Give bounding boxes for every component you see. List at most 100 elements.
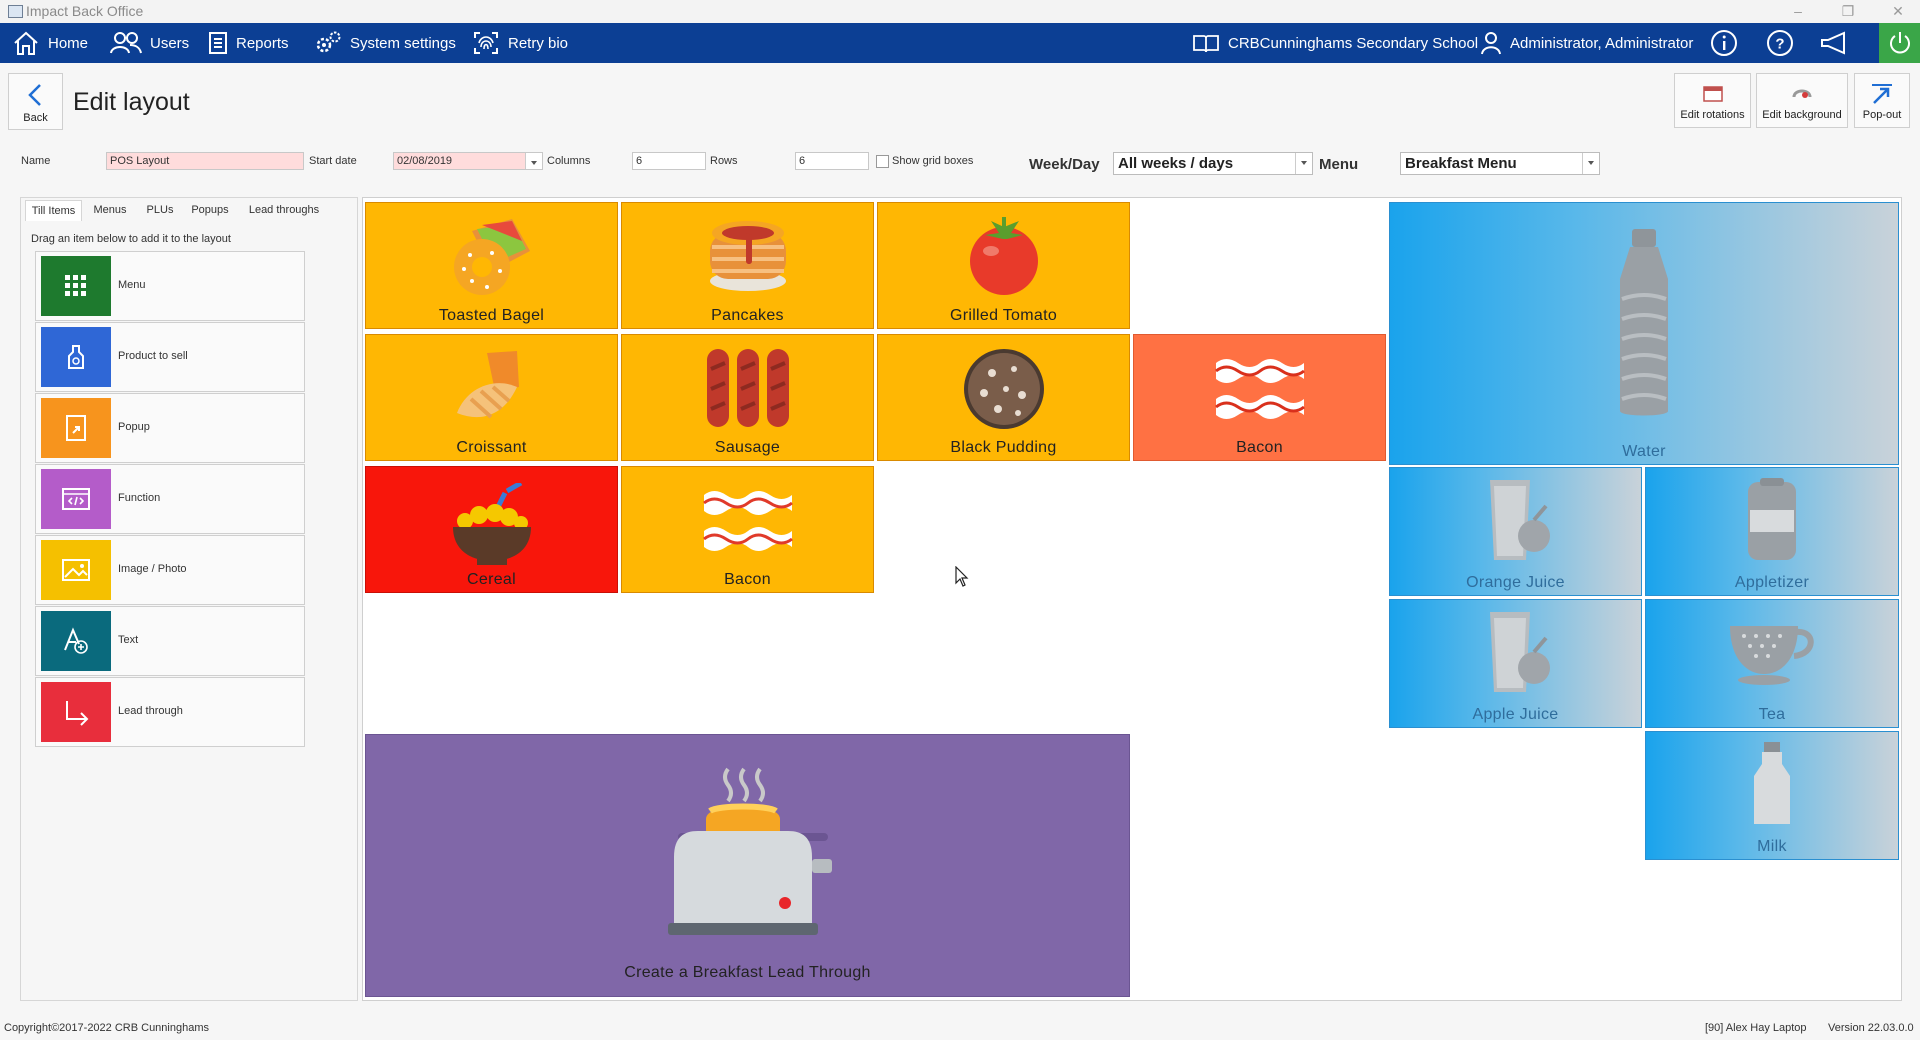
tile-bacon[interactable]: Bacon — [1133, 334, 1386, 461]
milk-bottle-icon — [1754, 742, 1790, 824]
tile-label: Pancakes — [711, 307, 784, 324]
svg-text:?: ? — [1775, 36, 1784, 53]
nav-retry-bio[interactable]: Retry bio — [472, 23, 568, 63]
minimize-button[interactable]: – — [1780, 0, 1816, 23]
tile-label: Cereal — [467, 571, 516, 588]
tile-label: Orange Juice — [1466, 574, 1565, 591]
tile-label: Create a Breakfast Lead Through — [624, 964, 871, 981]
bacon-icon — [1214, 359, 1305, 419]
info-button[interactable] — [1707, 26, 1741, 60]
tile-label: Tea — [1758, 706, 1786, 723]
palette-item-image[interactable]: Image / Photo — [35, 535, 305, 605]
tile-lead-through[interactable]: Create a Breakfast Lead Through — [365, 734, 1130, 997]
tile-apple-juice[interactable]: Apple Juice — [1389, 599, 1642, 728]
palette-item-menu[interactable]: Menu — [35, 251, 305, 321]
restore-button[interactable]: ❐ — [1830, 0, 1866, 23]
page-title: Edit layout — [73, 88, 190, 116]
nav-users[interactable]: Users — [110, 23, 189, 63]
back-label: Back — [23, 112, 48, 124]
tile-croissant[interactable]: Croissant — [365, 334, 618, 461]
nav-home[interactable]: Home — [12, 23, 88, 63]
app-icon — [8, 5, 23, 18]
close-button[interactable]: ✕ — [1880, 0, 1916, 23]
nav-system-settings[interactable]: System settings — [314, 23, 456, 63]
start-date-value: 02/08/2019 — [397, 155, 453, 167]
tile-label: Bacon — [724, 571, 771, 588]
palette-item-lead-through[interactable]: Lead through — [35, 677, 305, 747]
juice-glass-icon — [1489, 612, 1550, 692]
chevron-down-icon[interactable] — [525, 153, 542, 169]
tile-bacon-2[interactable]: Bacon — [621, 466, 874, 593]
tile-label: Croissant — [456, 439, 527, 456]
columns-input[interactable]: 6 — [632, 152, 706, 170]
tile-appletizer[interactable]: Appletizer — [1645, 467, 1899, 596]
nav-reports[interactable]: Reports — [208, 23, 289, 63]
code-icon — [41, 469, 111, 529]
megaphone-icon — [1821, 31, 1845, 55]
home-icon — [14, 31, 38, 55]
tile-sausage[interactable]: Sausage — [621, 334, 874, 461]
nav-school[interactable]: CRBCunninghams Secondary School — [1192, 23, 1478, 63]
tile-toasted-bagel[interactable]: Toasted Bagel — [365, 202, 618, 329]
status-bar: Copyright©2017-2022 CRB Cunninghams [90]… — [0, 1018, 1920, 1040]
power-button[interactable] — [1879, 23, 1920, 63]
tile-grilled-tomato[interactable]: Grilled Tomato — [877, 202, 1130, 329]
tile-black-pudding[interactable]: Black Pudding — [877, 334, 1130, 461]
tile-label: Bacon — [1236, 439, 1283, 456]
start-date-picker[interactable]: 02/08/2019 — [393, 152, 543, 170]
tile-water[interactable]: Water — [1389, 202, 1899, 465]
black-pudding-icon — [963, 349, 1044, 429]
tab-lead-throughs[interactable]: Lead throughs — [244, 200, 324, 220]
tab-menus[interactable]: Menus — [86, 200, 134, 220]
toaster-icon — [667, 767, 832, 935]
back-button[interactable]: Back — [8, 73, 63, 130]
announcements-button[interactable] — [1818, 26, 1852, 60]
palette-item-function[interactable]: Function — [35, 464, 305, 534]
menu-select[interactable]: Breakfast Menu — [1400, 152, 1600, 175]
pop-out-button[interactable]: Pop-out — [1854, 73, 1910, 128]
window-title: Impact Back Office — [26, 3, 144, 19]
layout-canvas[interactable]: Toasted Bagel Pancakes Grilled Tomato Wa… — [362, 197, 1902, 1001]
tomato-icon — [969, 217, 1038, 295]
nav-system-settings-label: System settings — [350, 34, 456, 52]
juice-glass-icon — [1489, 480, 1550, 560]
name-label: Name — [21, 155, 51, 167]
gears-icon — [316, 31, 341, 53]
water-bottle-icon — [1620, 229, 1668, 416]
user-icon — [1481, 32, 1501, 55]
tile-pancakes[interactable]: Pancakes — [621, 202, 874, 329]
palette-item-text[interactable]: Text — [35, 606, 305, 676]
tab-till-items[interactable]: Till Items — [25, 200, 82, 221]
palette-item-label: Image / Photo — [118, 563, 187, 575]
start-date-label: Start date — [309, 155, 357, 167]
name-input[interactable]: POS Layout — [106, 152, 304, 170]
text-add-icon — [41, 611, 111, 671]
tab-popups[interactable]: Popups — [186, 200, 234, 220]
help-button[interactable]: ? — [1763, 26, 1797, 60]
pop-out-icon — [1872, 84, 1892, 104]
show-grid-checkbox[interactable] — [876, 155, 889, 168]
chevron-down-icon[interactable] — [1295, 153, 1312, 174]
palette-item-product[interactable]: Product to sell — [35, 322, 305, 392]
tile-label: Grilled Tomato — [949, 307, 1058, 324]
tab-plus[interactable]: PLUs — [140, 200, 180, 220]
chevron-down-icon[interactable] — [1582, 153, 1599, 174]
rows-input[interactable]: 6 — [795, 152, 869, 170]
sausage-icon — [706, 349, 789, 427]
tile-tea[interactable]: Tea — [1645, 599, 1899, 728]
palette-item-popup[interactable]: Popup — [35, 393, 305, 463]
tile-orange-juice[interactable]: Orange Juice — [1389, 467, 1642, 596]
weekday-value: All weeks / days — [1118, 155, 1234, 172]
tile-milk[interactable]: Milk — [1645, 731, 1899, 860]
weekday-select[interactable]: All weeks / days — [1113, 152, 1313, 175]
help-icon: ? — [1767, 30, 1793, 56]
tile-cereal[interactable]: Cereal — [365, 466, 618, 593]
bacon-icon — [702, 491, 793, 551]
arrow-down-right-icon — [41, 682, 111, 742]
edit-rotations-button[interactable]: Edit rotations — [1674, 73, 1751, 128]
edit-background-button[interactable]: Edit background — [1756, 73, 1848, 128]
image-icon — [41, 540, 111, 600]
nav-user[interactable]: Administrator, Administrator — [1480, 23, 1693, 63]
bagel-icon — [453, 219, 530, 295]
menu-value: Breakfast Menu — [1405, 155, 1517, 172]
